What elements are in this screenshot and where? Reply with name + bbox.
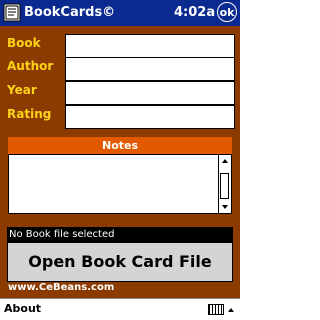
book-input[interactable] — [65, 34, 235, 58]
author-label: Author — [7, 59, 54, 73]
status-bar: No Book file selected — [7, 227, 233, 242]
about-menu[interactable]: About — [4, 302, 41, 316]
notes-header: Notes — [8, 137, 232, 154]
menu-bar: About — [0, 298, 240, 320]
notes-textarea[interactable] — [8, 154, 232, 214]
author-input[interactable] — [65, 57, 235, 81]
keyboard-icon[interactable] — [208, 304, 224, 315]
rating-input[interactable] — [65, 105, 235, 129]
app-title: BookCards© — [24, 5, 116, 20]
book-label: Book — [7, 36, 41, 50]
scroll-thumb[interactable] — [220, 173, 229, 199]
title-bar: BookCards© 4:02a ok — [0, 0, 240, 26]
ok-button[interactable]: ok — [217, 2, 237, 22]
year-input[interactable] — [65, 81, 235, 105]
open-book-card-file-button[interactable]: Open Book Card File — [7, 242, 233, 282]
book-icon — [3, 3, 21, 22]
scroll-down-icon[interactable] — [222, 205, 228, 209]
clock[interactable]: 4:02a — [174, 4, 215, 21]
input-panel-arrow-icon[interactable] — [228, 308, 234, 312]
notes-scrollbar[interactable] — [218, 155, 231, 213]
rating-label: Rating — [7, 107, 52, 121]
website-link: www.CeBeans.com — [8, 282, 115, 293]
year-label: Year — [7, 83, 37, 97]
scroll-up-icon[interactable] — [222, 159, 228, 163]
book-card-form: Book Author Year Rating Notes No Book fi… — [0, 26, 240, 298]
